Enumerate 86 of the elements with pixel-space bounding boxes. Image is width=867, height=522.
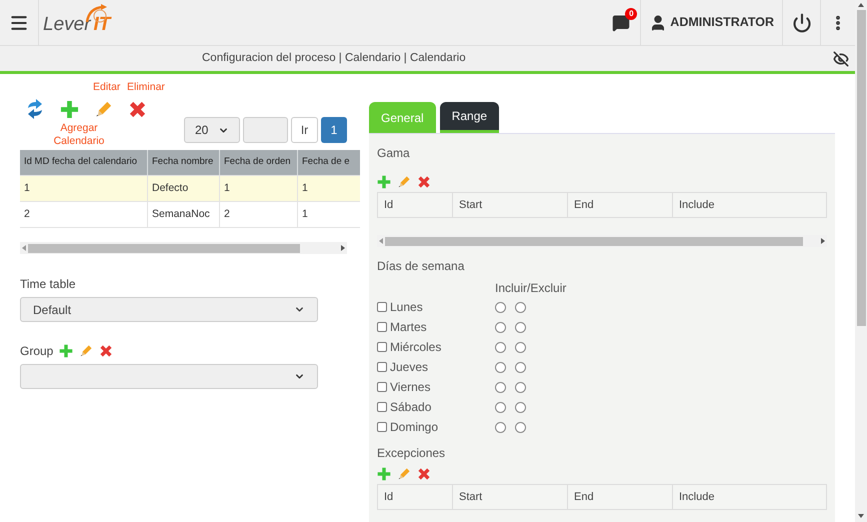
plus-icon[interactable]: [377, 175, 391, 189]
scroll-up-icon[interactable]: [858, 3, 864, 7]
day-label: Jueves: [390, 359, 430, 376]
page-button[interactable]: 1: [321, 117, 347, 143]
delete-icon[interactable]: [417, 175, 431, 189]
section-title: Días de semana: [377, 258, 466, 275]
pencil-icon[interactable]: [79, 344, 94, 358]
radio-button[interactable]: [515, 422, 526, 432]
day-label: Lunes: [390, 299, 424, 316]
vertical-scrollbar[interactable]: [855, 0, 867, 522]
checkbox[interactable]: [377, 362, 387, 372]
pencil-icon[interactable]: [94, 100, 112, 118]
breadcrumb: Configuracion del proceso | Calendario | Calendario: [202, 50, 466, 66]
day-label: Miércoles: [390, 339, 442, 356]
plus-icon[interactable]: [60, 100, 78, 118]
day-label: Domingo: [390, 419, 440, 436]
delete-icon[interactable]: [99, 344, 114, 358]
plus-icon[interactable]: [377, 467, 391, 481]
radio-heading: Incluir/Excluir: [495, 280, 568, 297]
column-header: End: [568, 485, 673, 509]
logo: LeverIT: [41, 0, 110, 45]
radio-button[interactable]: [515, 342, 526, 352]
radio-button[interactable]: [515, 302, 526, 312]
horizontal-scrollbar[interactable]: [20, 242, 347, 254]
radio-button[interactable]: [495, 342, 506, 352]
pencil-icon[interactable]: [397, 175, 411, 189]
radio-button[interactable]: [495, 402, 506, 412]
column-header[interactable]: Fecha de e: [298, 150, 354, 175]
table-row[interactable]: 1 Defecto 1 1: [20, 175, 360, 201]
column-header: Include: [678, 490, 716, 505]
table-row[interactable]: 2 SemanaNoc 2 1: [20, 201, 360, 227]
visibility-off-icon[interactable]: [833, 50, 849, 66]
action-label: Eliminar: [127, 80, 165, 96]
scroll-down-icon[interactable]: [858, 514, 864, 518]
action-label: Agregar Calendario: [52, 122, 106, 148]
column-header: End: [568, 193, 673, 217]
day-label: Martes: [390, 319, 428, 336]
radio-button[interactable]: [495, 382, 506, 392]
delete-icon[interactable]: [417, 467, 431, 481]
tab[interactable]: Range: [440, 102, 500, 133]
pencil-icon[interactable]: [397, 467, 411, 481]
time-table-select[interactable]: Default: [20, 297, 318, 322]
radio-button[interactable]: [515, 382, 526, 392]
page-size-select[interactable]: 20: [184, 117, 240, 143]
scroll-left-icon[interactable]: [22, 245, 26, 251]
checkbox[interactable]: [377, 402, 387, 412]
field-label: Time table: [20, 276, 77, 293]
table-cell-text: 1: [301, 180, 309, 196]
page-input[interactable]: [243, 117, 288, 143]
day-label: Viernes: [390, 379, 432, 396]
column-header: Start: [453, 193, 568, 217]
table-cell: SemanaNoc: [148, 202, 220, 227]
column-header: Id: [378, 193, 453, 217]
go-button[interactable]: Ir: [291, 117, 318, 143]
table-cell: 2: [220, 202, 298, 227]
radio-button[interactable]: [495, 302, 506, 312]
radio-button[interactable]: [495, 422, 506, 432]
radio-button[interactable]: [515, 322, 526, 332]
power-icon[interactable]: [792, 12, 812, 32]
user-name[interactable]: ADMINISTRATOR: [670, 13, 774, 32]
section-title: Gama: [377, 145, 411, 162]
scroll-right-icon[interactable]: [341, 245, 345, 251]
notification-badge: 0: [625, 8, 638, 20]
column-header: Id: [378, 485, 453, 509]
table-cell-text: 1: [301, 206, 309, 222]
column-header: Include: [678, 198, 716, 213]
delete-icon[interactable]: [128, 100, 146, 118]
radio-button[interactable]: [515, 362, 526, 372]
day-label: Sábado: [390, 399, 432, 416]
field-label: Group: [20, 343, 54, 360]
column-header: Start: [453, 485, 568, 509]
action-label: Editar: [93, 80, 120, 96]
plus-icon[interactable]: [59, 344, 74, 358]
radio-button[interactable]: [515, 402, 526, 412]
checkbox[interactable]: [377, 342, 387, 352]
checkbox[interactable]: [377, 322, 387, 332]
checkbox[interactable]: [377, 382, 387, 392]
section-title: Excepciones: [377, 445, 446, 462]
radio-button[interactable]: [495, 322, 506, 332]
scroll-left-icon[interactable]: [379, 238, 383, 244]
checkbox[interactable]: [377, 302, 387, 312]
chat-icon[interactable]: [612, 14, 630, 32]
radio-button[interactable]: [495, 362, 506, 372]
scroll-right-icon[interactable]: [821, 238, 825, 244]
checkbox[interactable]: [377, 422, 387, 432]
table-cell: 2: [20, 202, 148, 227]
